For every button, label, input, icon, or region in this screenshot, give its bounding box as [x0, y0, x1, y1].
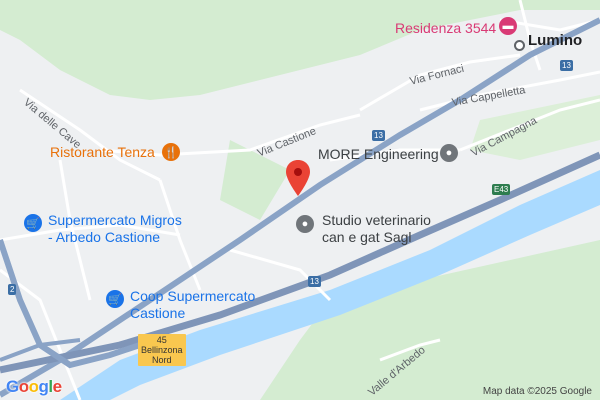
exit-number: 45 [156, 335, 167, 345]
exit-sign: 45 Bellinzona Nord [138, 334, 186, 366]
town-dot-icon [514, 40, 525, 51]
poi-coop-label[interactable]: Coop Supermercato Castione [130, 288, 255, 322]
route-13-shield: 13 [560, 60, 573, 71]
town-label: Lumino [528, 32, 583, 49]
map-view[interactable]: 13 13 13 E43 2 45 Bellinzona Nord Via de… [0, 0, 600, 400]
poi-ristorante-label[interactable]: Ristorante Tenza [50, 144, 155, 160]
restaurant-icon[interactable]: 🍴 [162, 143, 180, 161]
route-13-shield: 13 [372, 130, 385, 141]
poi-more-label[interactable]: MORE Engineering [318, 146, 439, 163]
place-icon[interactable]: ● [440, 144, 458, 162]
exit-name: Bellinzona Nord [141, 345, 183, 365]
google-logo: Google [6, 377, 62, 396]
hotel-icon[interactable]: ▬ [499, 17, 517, 35]
location-pin-icon[interactable] [286, 160, 310, 196]
map-attribution[interactable]: Map data ©2025 Google [483, 386, 592, 397]
place-icon[interactable]: ● [296, 215, 314, 233]
shopping-cart-icon[interactable]: 🛒 [24, 214, 42, 232]
route-2-shield: 2 [8, 284, 17, 295]
map-base-layer [0, 0, 600, 400]
poi-studio-label[interactable]: Studio veterinario can e gat Sagl [322, 212, 431, 246]
poi-residenza-label[interactable]: Residenza 3544 [395, 20, 496, 36]
e43-shield: E43 [492, 184, 511, 195]
route-13-shield: 13 [308, 276, 321, 287]
poi-migros-label[interactable]: Supermercato Migros - Arbedo Castione [48, 212, 182, 246]
shopping-cart-icon[interactable]: 🛒 [106, 290, 124, 308]
